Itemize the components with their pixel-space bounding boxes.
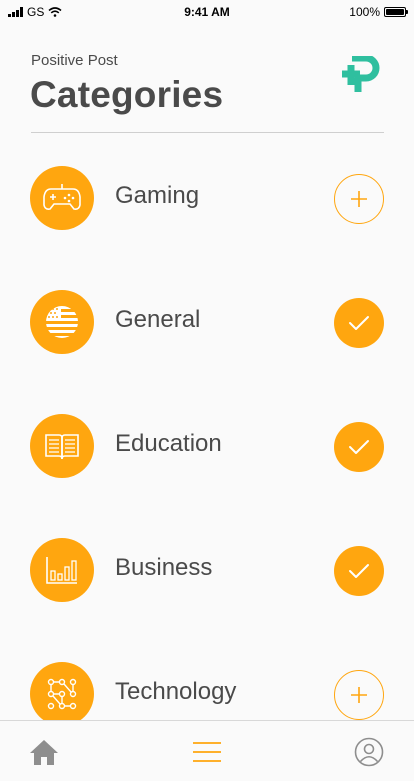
flag-icon [46,306,78,338]
category-label: Technology [115,678,237,705]
page-title: Categories [30,74,224,115]
battery-icon [384,7,408,17]
selected-category-button[interactable] [334,546,384,596]
category-icon-circle [30,662,94,726]
menu-icon [193,742,221,762]
app-name: Positive Post [31,52,118,69]
category-row-general[interactable]: General [0,290,414,356]
positive-post-logo-icon [342,56,380,92]
add-category-button[interactable] [334,174,384,224]
category-row-education[interactable]: Education [0,414,414,480]
category-icon-circle [30,290,94,354]
category-label: Education [115,430,222,457]
add-category-button[interactable] [334,670,384,720]
category-icon-circle [30,538,94,602]
bar-chart-icon [46,557,77,584]
checkmark-icon [349,440,369,454]
status-right: 100% [349,5,408,19]
category-label: Gaming [115,182,200,209]
checkmark-icon [349,564,369,578]
home-icon [30,740,58,765]
category-icon-circle [30,414,94,478]
profile-icon [354,737,384,767]
category-row-gaming[interactable]: Gaming [0,166,414,232]
category-row-business[interactable]: Business [0,538,414,604]
tab-home[interactable] [27,735,61,769]
category-row-technology[interactable]: Technology [0,662,414,728]
selected-category-button[interactable] [334,298,384,348]
plus-icon [351,687,367,703]
category-label: General [115,306,201,333]
status-bar: GS 9:41 AM 100% [0,0,414,24]
header-divider [31,132,384,133]
tab-profile[interactable] [352,735,386,769]
category-icon-circle [30,166,94,230]
tab-bar [0,720,414,781]
checkmark-icon [349,316,369,330]
plus-icon [351,191,367,207]
category-label: Business [115,554,213,581]
selected-category-button[interactable] [334,422,384,472]
tab-menu[interactable] [190,735,224,769]
gamepad-icon [43,184,81,210]
book-icon [45,434,79,460]
battery-percent: 100% [349,5,380,19]
circuit-icon [47,678,77,710]
